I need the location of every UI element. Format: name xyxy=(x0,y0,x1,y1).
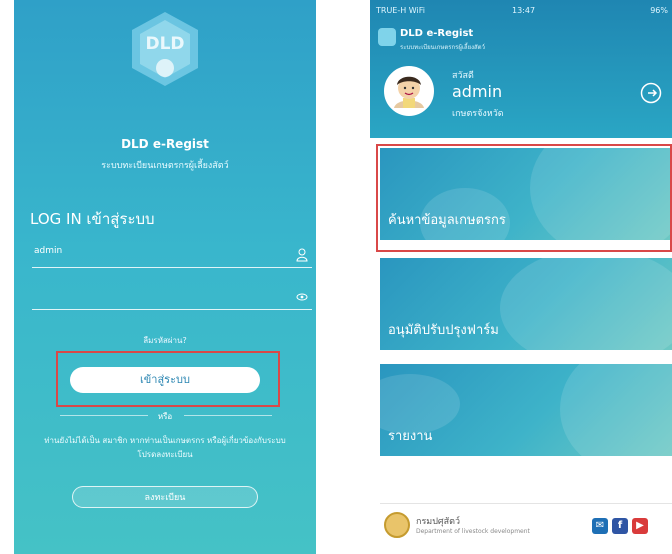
user-icon xyxy=(296,248,308,262)
divider-right xyxy=(184,415,272,416)
or-label: หรือ xyxy=(157,412,173,421)
dld-logo: DLD xyxy=(126,10,204,88)
dept-logo xyxy=(384,512,410,538)
username: admin xyxy=(452,82,503,101)
greeting: สวัสดี xyxy=(452,71,474,81)
user-role: เกษตรจังหวัด xyxy=(452,109,504,119)
login-button[interactable]: เข้าสู่ระบบ xyxy=(70,367,260,393)
register-note: ท่านยังไม่ได้เป็น สมาชิก หากท่านเป็นเกษต… xyxy=(44,436,286,459)
forgot-password-link[interactable]: ลืมรหัสผ่าน? xyxy=(14,334,316,347)
app-subtitle: ระบบทะเบียนเกษตรกรผู้เลี้ยงสัตว์ xyxy=(101,161,229,171)
register-button[interactable]: ลงทะเบียน xyxy=(72,486,258,508)
login-heading: LOG IN เข้าสู่ระบบ xyxy=(30,210,155,228)
mail-icon[interactable]: ✉ xyxy=(592,518,608,534)
footer-divider xyxy=(380,503,672,504)
dept-name-en: Department of livestock development xyxy=(416,528,530,535)
tile-report-label: รายงาน xyxy=(388,429,433,444)
app-name: DLD e-Regist xyxy=(121,137,209,151)
tile-approve-farm[interactable]: อนุมัติปรับปรุงฟาร์ม xyxy=(380,258,672,350)
username-value: admin xyxy=(34,246,63,256)
status-battery: 96% xyxy=(650,6,668,15)
password-field[interactable] xyxy=(32,288,312,310)
logo-text: DLD xyxy=(145,34,185,54)
facebook-icon[interactable]: f xyxy=(612,518,628,534)
brand-subtitle: ระบบทะเบียนเกษตรกรผู้เลี้ยงสัตว์ xyxy=(400,44,485,51)
logout-icon[interactable] xyxy=(640,82,662,104)
brand-name: DLD e-Regist xyxy=(400,28,474,39)
youtube-icon[interactable]: ▶ xyxy=(632,518,648,534)
status-bar: TRUE-H WiFi 13:47 96% xyxy=(370,6,672,18)
eye-icon[interactable] xyxy=(296,290,308,304)
home-screen: TRUE-H WiFi 13:47 96% DLD e-Regist ระบบท… xyxy=(370,0,672,554)
tile-report[interactable]: รายงาน xyxy=(380,364,672,456)
profile-header: TRUE-H WiFi 13:47 96% DLD e-Regist ระบบท… xyxy=(370,0,672,138)
login-screen: DLD DLD e-Regist ระบบทะเบียนเกษตรกรผู้เล… xyxy=(14,0,316,554)
avatar xyxy=(384,66,434,116)
brand-icon xyxy=(378,28,396,46)
tile-approve-farm-label: อนุมัติปรับปรุงฟาร์ม xyxy=(388,323,499,338)
dept-name-th: กรมปศุสัตว์ xyxy=(416,517,461,527)
highlight-box-search xyxy=(376,144,672,252)
status-time: 13:47 xyxy=(512,6,536,15)
username-field[interactable]: admin xyxy=(32,246,312,268)
status-carrier: TRUE-H WiFi xyxy=(376,6,425,15)
